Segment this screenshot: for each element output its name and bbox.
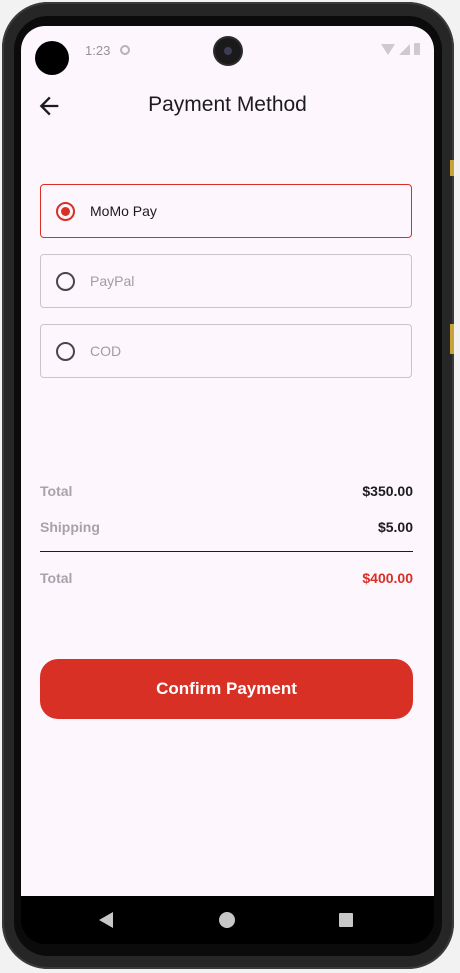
page-title: Payment Method: [148, 93, 307, 116]
system-nav-bar: [21, 896, 434, 944]
confirm-payment-button[interactable]: Confirm Payment: [40, 659, 413, 719]
payment-option-label: MoMo Pay: [90, 203, 157, 219]
settings-status-icon: [120, 45, 130, 55]
app-bar: Payment Method: [21, 78, 434, 134]
shipping-value: $5.00: [377, 519, 413, 535]
total-label: Total: [40, 570, 73, 586]
radio-checked-icon[interactable]: [56, 202, 75, 221]
summary-divider: [40, 551, 413, 552]
signal-icon: [399, 43, 410, 55]
radio-dot: [61, 207, 70, 216]
status-time: 1:23: [85, 43, 111, 58]
wifi-icon: [381, 43, 395, 55]
summary-shipping-row: Shipping $5.00: [40, 519, 413, 539]
subtotal-label: Total: [40, 483, 73, 499]
app-screen: 1:23 Payment Method MoMo Pay PayPal COD …: [21, 26, 434, 896]
radio-unchecked-icon[interactable]: [56, 272, 75, 291]
status-icons: [381, 43, 420, 55]
payment-option-label: COD: [90, 343, 122, 359]
payment-option-label: PayPal: [90, 273, 135, 289]
privacy-indicator-icon: [35, 41, 69, 75]
side-button: [450, 324, 454, 354]
status-bar: 1:23: [21, 26, 434, 78]
summary-subtotal-row: Total $350.00: [40, 483, 413, 503]
triangle-back-icon[interactable]: [99, 912, 113, 928]
payment-option-momo[interactable]: MoMo Pay: [40, 184, 412, 238]
shipping-label: Shipping: [40, 519, 100, 535]
circle-home-icon[interactable]: [219, 912, 235, 928]
radio-unchecked-icon[interactable]: [56, 342, 75, 361]
front-camera-icon: [215, 38, 241, 64]
battery-icon: [414, 43, 420, 55]
summary-total-row: Total $400.00: [40, 570, 413, 590]
payment-option-cod[interactable]: COD: [40, 324, 412, 378]
side-button: [450, 160, 454, 176]
total-value: $400.00: [362, 570, 413, 586]
payment-option-paypal[interactable]: PayPal: [40, 254, 412, 308]
subtotal-value: $350.00: [362, 483, 413, 499]
square-recents-icon[interactable]: [339, 913, 353, 927]
